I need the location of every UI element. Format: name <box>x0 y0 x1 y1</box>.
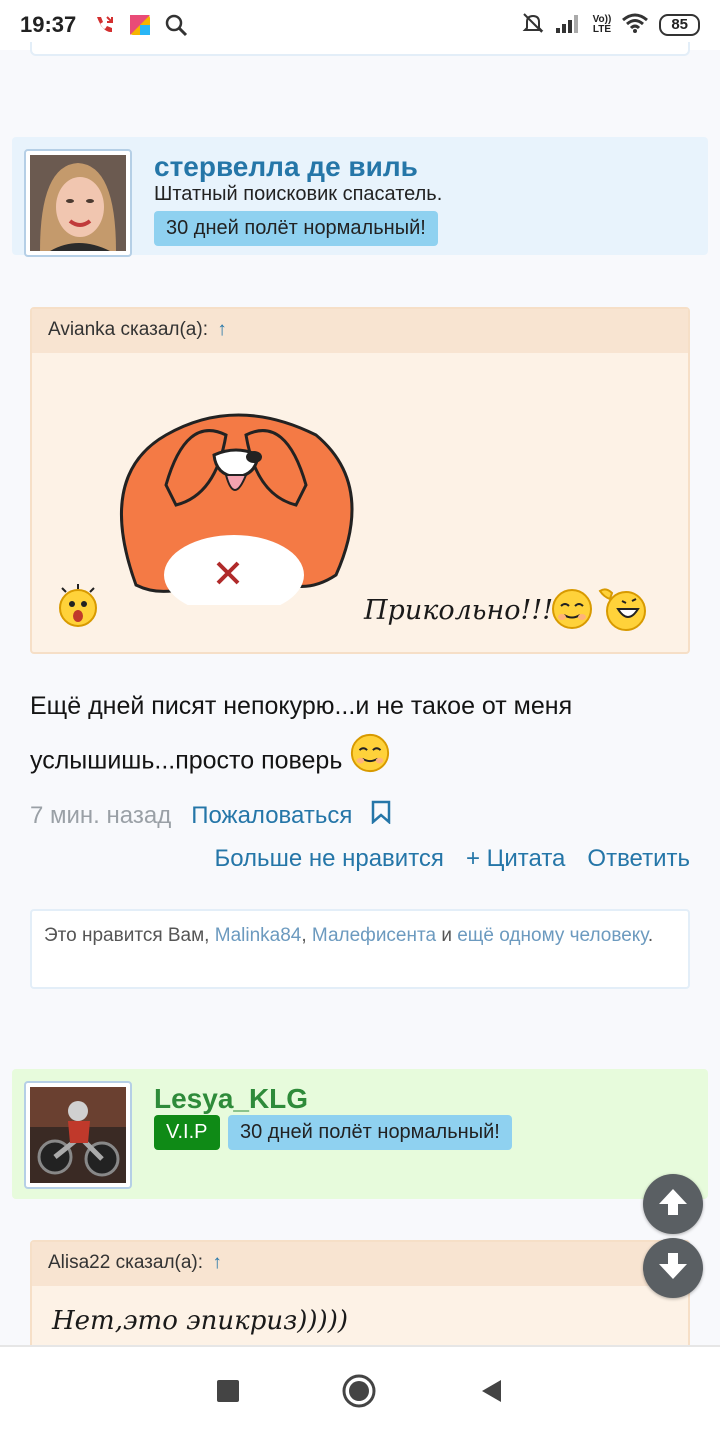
recent-apps-button[interactable] <box>215 1378 241 1409</box>
system-nav-bar <box>0 1345 720 1440</box>
missed-call-icon <box>90 11 118 39</box>
smile-emoji-icon <box>349 732 391 792</box>
username[interactable]: стервелла де виль <box>154 151 418 183</box>
arrow-down-icon <box>657 1250 689 1287</box>
bookmark-icon[interactable] <box>370 800 392 831</box>
shocked-emoji-icon <box>56 584 100 633</box>
post-time: 7 мин. назад <box>30 801 172 829</box>
scroll-up-button[interactable] <box>643 1174 703 1234</box>
avatar[interactable] <box>24 149 132 257</box>
user-card: стервелла де виль Штатный поисковик спас… <box>12 137 708 257</box>
post-actions: Больше не нравится + Цитата Ответить <box>214 845 690 873</box>
quote-text: Прикольно!!! <box>364 595 554 626</box>
post-message: Ещё дней писят непокурю...и не такое от … <box>30 680 690 792</box>
avatar[interactable] <box>24 1081 132 1189</box>
volte-indicator: Vo)) LTE <box>592 14 612 35</box>
quote-block: Alisa22 сказал(а): ↑ Нет,это эпикриз))))… <box>30 1240 690 1350</box>
username[interactable]: Lesya_KLG <box>154 1083 308 1115</box>
liker-link[interactable]: Малефисента <box>312 925 436 946</box>
more-likers-link[interactable]: ещё одному человеку <box>457 925 648 946</box>
status-badge: 30 дней полёт нормальный! <box>228 1115 512 1150</box>
status-badge: 30 дней полёт нормальный! <box>154 211 438 246</box>
wifi-icon <box>621 12 649 39</box>
quote-jump-arrow[interactable]: ↑ <box>217 319 227 340</box>
previous-post-remnant <box>30 42 690 56</box>
unlike-button[interactable]: Больше не нравится <box>214 845 443 873</box>
vip-badge: V.I.P <box>154 1115 220 1150</box>
search-icon <box>162 11 190 39</box>
quote-header: Alisa22 сказал(а): ↑ <box>32 1242 688 1286</box>
quote-author: Alisa22 сказал(а): <box>48 1252 204 1273</box>
status-time: 19:37 <box>20 12 77 37</box>
quote-author: Avianka сказал(а): <box>48 319 208 340</box>
arrow-up-icon <box>657 1186 689 1223</box>
quote-block: Avianka сказал(а): ↑ Прикольно!!! <box>30 307 690 654</box>
smile-emoji-icon <box>550 587 594 636</box>
sticker-image <box>106 395 366 615</box>
back-button[interactable] <box>477 1377 505 1410</box>
post-meta: 7 мин. назад Пожаловаться <box>30 800 392 831</box>
scroll-down-button[interactable] <box>643 1238 703 1298</box>
home-button[interactable] <box>341 1373 377 1414</box>
reply-button[interactable]: Ответить <box>587 845 690 873</box>
signal-icon <box>555 12 583 39</box>
laughing-emoji-icon <box>598 585 648 638</box>
bell-muted-icon <box>521 11 545 40</box>
battery-indicator: 85 <box>659 14 700 36</box>
app-icon <box>126 11 154 39</box>
quote-button[interactable]: + Цитата <box>466 845 565 873</box>
user-title: Штатный поисковик спасатель. <box>154 183 443 205</box>
report-link[interactable]: Пожаловаться <box>191 802 352 830</box>
likes-summary: Это нравится Вам, Malinka84, Малефисента… <box>30 909 690 989</box>
liker-link[interactable]: Malinka84 <box>215 925 302 946</box>
quote-jump-arrow[interactable]: ↑ <box>212 1252 222 1273</box>
quote-text: Нет,это эпикриз))))) <box>52 1306 348 1336</box>
user-card: Lesya_KLG V.I.P 30 дней полёт нормальный… <box>12 1069 708 1199</box>
quote-header: Avianka сказал(а): ↑ <box>32 309 688 353</box>
